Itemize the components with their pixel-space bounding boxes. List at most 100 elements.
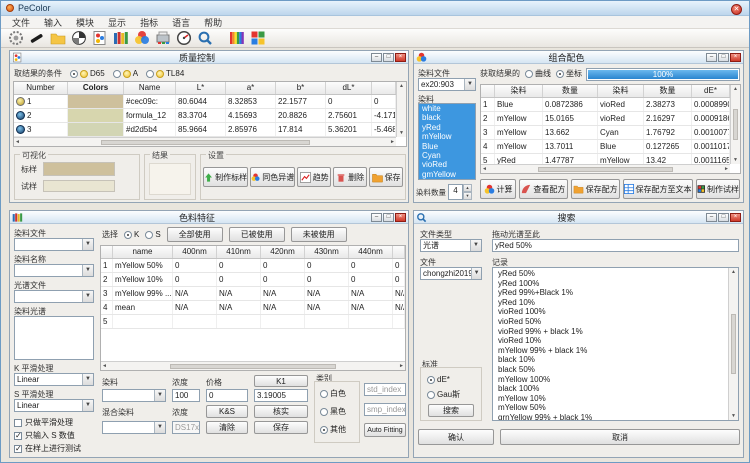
close-button[interactable]: ×: [395, 53, 406, 62]
radio-k[interactable]: K: [124, 230, 139, 239]
palette-page-icon[interactable]: [92, 30, 108, 46]
dye-list-item[interactable]: mYellow: [419, 132, 475, 141]
search-icon[interactable]: [197, 30, 213, 46]
app-close-button[interactable]: ✕: [731, 4, 742, 15]
minimize-button[interactable]: –: [706, 53, 717, 62]
pen-icon[interactable]: [29, 30, 45, 46]
spectrum-file-select[interactable]: ▼: [14, 290, 94, 303]
minimize-button[interactable]: –: [371, 213, 382, 222]
colorant-table-header[interactable]: name400nm410nm420nm430nm440nm: [101, 246, 405, 259]
record-item[interactable]: vioRed 50%: [493, 317, 728, 327]
search-query-input[interactable]: yRed 50%: [492, 239, 739, 252]
match-table-header[interactable]: 染料数量染料数量dE*: [481, 85, 730, 98]
record-item[interactable]: mYellow 100%: [493, 375, 728, 385]
used-button[interactable]: 已被使用: [229, 227, 285, 242]
table-row[interactable]: 1Blue0.0872386vioRed2.382730.000899016: [481, 98, 730, 112]
minimize-button[interactable]: –: [371, 53, 382, 62]
dye-list-item[interactable]: black: [419, 113, 475, 122]
record-item[interactable]: vioRed 99% + black 1%: [493, 327, 728, 337]
radio-illuminant-d65[interactable]: D65: [70, 69, 105, 78]
record-item[interactable]: black 50%: [493, 365, 728, 375]
radio-curve[interactable]: 曲线: [525, 68, 551, 79]
radio-s[interactable]: S: [145, 230, 160, 239]
folder-icon[interactable]: [50, 30, 66, 46]
checkbox-smooth-only[interactable]: 只做平滑处理: [14, 417, 73, 428]
qc-titlebar[interactable]: 质量控制 –□×: [10, 51, 408, 64]
menu-item[interactable]: 输入: [37, 16, 69, 29]
price-field[interactable]: 0: [206, 389, 248, 402]
ks-button[interactable]: K&S: [206, 405, 248, 418]
file-select[interactable]: chongzhi20190▼: [420, 267, 482, 280]
dye-name-select[interactable]: ▼: [14, 264, 94, 277]
make-standard-button[interactable]: 制作标样: [203, 167, 248, 187]
radio-other[interactable]: 其他: [320, 424, 346, 435]
bottom-dye-select[interactable]: ▼: [102, 389, 166, 402]
concentration-field[interactable]: 100: [172, 389, 200, 402]
colorant-titlebar[interactable]: 色料特征 –□×: [10, 211, 408, 224]
vertical-scrollbar[interactable]: ▲▼: [730, 85, 740, 164]
menu-item[interactable]: 语言: [165, 16, 197, 29]
trend-button[interactable]: 趋势: [297, 167, 331, 187]
save-formula-text-button[interactable]: 保存配方至文本: [623, 179, 693, 199]
table-row[interactable]: 3mYellow 99% ...N/AN/AN/AN/AN/AN/A: [101, 287, 405, 301]
mixed-dye-select[interactable]: ▼: [102, 421, 166, 434]
table-row[interactable]: 4meanN/AN/AN/AN/AN/AN/A: [101, 301, 405, 315]
view-formula-button[interactable]: 查看配方: [519, 179, 568, 199]
spectrum-icon[interactable]: [229, 30, 245, 46]
records-list[interactable]: yRed 50%yRed 100%yRed 99%+Black 1%yRed 1…: [493, 269, 728, 420]
dye-list-item[interactable]: vioRed: [419, 160, 475, 169]
table-row[interactable]: 4mYellow13.7011Blue0.1272650.00110172: [481, 140, 730, 154]
confirm-button[interactable]: 确认: [418, 429, 494, 445]
table-row[interactable]: 5: [101, 315, 405, 329]
table-row[interactable]: 1mYellow 50%000000: [101, 259, 405, 273]
k-smooth-select[interactable]: Linear▼: [14, 373, 94, 386]
cancel-button[interactable]: 取消: [500, 429, 740, 445]
calculate-button[interactable]: 计算: [480, 179, 516, 199]
menu-item[interactable]: 模块: [69, 16, 101, 29]
dye-list-item[interactable]: gmYellow: [419, 170, 475, 179]
maximize-button[interactable]: □: [718, 213, 729, 222]
horizontal-scrollbar[interactable]: ◄►: [481, 164, 730, 173]
save-button[interactable]: 保存: [369, 167, 403, 187]
dye-spectrum-list[interactable]: [14, 316, 94, 360]
radio-illuminant-tl84[interactable]: TL84: [146, 69, 184, 78]
table-row[interactable]: 1 #cec09c: 80.6044 8.32853 22.1577 0 0: [14, 95, 396, 109]
file-type-select[interactable]: 光谱▼: [420, 239, 482, 252]
dye-list[interactable]: whiteblackyRedmYellowBlueCyanvioRedgmYel…: [418, 103, 476, 180]
save-button[interactable]: 保存: [254, 421, 308, 434]
horizontal-scrollbar[interactable]: ◄►: [14, 137, 396, 146]
unused-button[interactable]: 未被使用: [291, 227, 347, 242]
record-item[interactable]: yRed 50%: [493, 269, 728, 279]
save-formula-button[interactable]: 保存配方: [571, 179, 620, 199]
table-row[interactable]: 5yRed1.47787mYellow13.420.00111653: [481, 154, 730, 164]
menu-item[interactable]: 显示: [101, 16, 133, 29]
checkbox-s-only[interactable]: 只输入 S 数值: [14, 430, 75, 441]
dye-list-item[interactable]: white: [419, 104, 475, 113]
mosaic-icon[interactable]: [250, 30, 266, 46]
std-index-field[interactable]: std_index: [364, 383, 406, 396]
radio-white[interactable]: 白色: [320, 388, 346, 399]
mixed-concentration-field[interactable]: DS17x=6: [172, 421, 200, 434]
menu-item[interactable]: 帮助: [197, 16, 229, 29]
dye-list-item[interactable]: Cyan: [419, 151, 475, 160]
record-item[interactable]: vioRed 100%: [493, 307, 728, 317]
books-icon[interactable]: [113, 30, 129, 46]
delete-button[interactable]: 删除: [333, 167, 367, 187]
app-titlebar[interactable]: PeColor: [1, 1, 749, 16]
table-row[interactable]: 2mYellow15.0165vioRed2.162970.000918694: [481, 112, 730, 126]
vertical-scrollbar[interactable]: ▲▼: [728, 268, 738, 420]
vertical-scrollbar[interactable]: ▲▼: [396, 82, 406, 137]
clear-button[interactable]: 清除: [206, 421, 248, 434]
dye-list-item[interactable]: Blue: [419, 142, 475, 151]
record-item[interactable]: yRed 100%: [493, 279, 728, 289]
record-item[interactable]: mYellow 99% + black 1%: [493, 346, 728, 356]
aperture-icon[interactable]: [71, 30, 87, 46]
radio-de[interactable]: dE*: [427, 375, 450, 384]
record-item[interactable]: grnYellow 99% + black 1%: [493, 413, 728, 420]
radio-illuminant-a[interactable]: A: [113, 69, 138, 78]
auto-fitting-button[interactable]: Auto Fitting: [364, 423, 406, 437]
k1-field[interactable]: 3.19005: [254, 389, 308, 402]
table-row[interactable]: 2 formula_12 83.3704 4.15693 20.8826 2.7…: [14, 109, 396, 123]
maximize-button[interactable]: □: [383, 213, 394, 222]
printer-icon[interactable]: [155, 30, 171, 46]
